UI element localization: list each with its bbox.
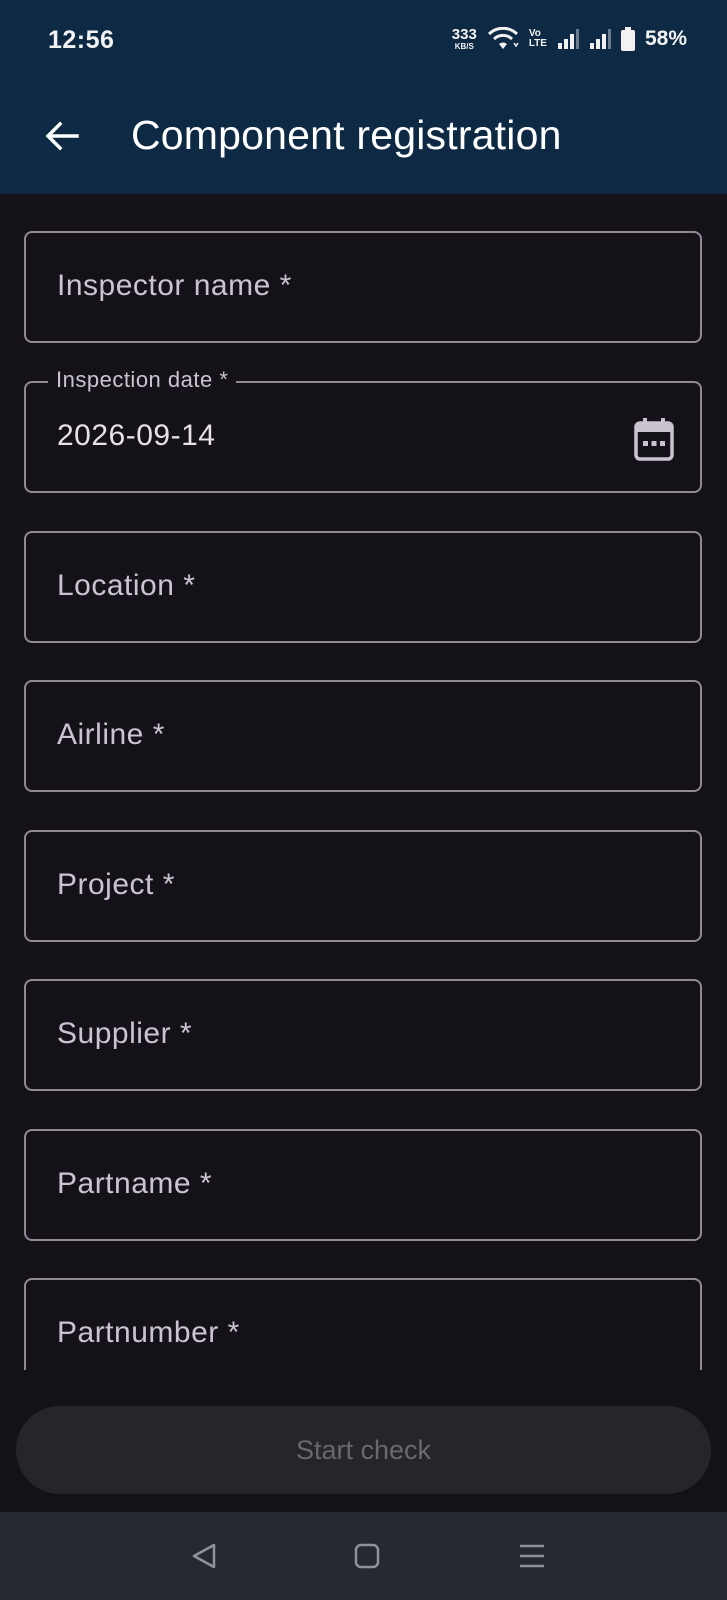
status-icons: 333 KB/S Vo LTE 58% <box>452 22 687 56</box>
app-header: 12:56 333 KB/S Vo LTE 58% Component regi… <box>0 0 727 194</box>
signal-icon-sim2 <box>589 29 611 49</box>
partname-label: Partname * <box>57 1167 213 1200</box>
project-field[interactable]: Project * <box>24 830 702 942</box>
inspector-name-label: Inspector name * <box>57 269 292 302</box>
back-button[interactable] <box>40 114 84 158</box>
partname-field[interactable]: Partname * <box>24 1129 702 1241</box>
airline-label: Airline * <box>57 718 165 751</box>
registration-form: Inspector name * Inspection date * 2026-… <box>0 194 727 1370</box>
inspector-name-field[interactable]: Inspector name * <box>24 231 702 343</box>
start-check-button[interactable]: Start check <box>16 1406 711 1494</box>
partnumber-field[interactable]: Partnumber * <box>24 1278 702 1370</box>
network-speed: 333 KB/S <box>452 27 477 51</box>
menu-recents-icon[interactable] <box>514 1540 550 1572</box>
volte-bottom-label: LTE <box>528 38 547 49</box>
triangle-back-icon[interactable] <box>186 1540 222 1572</box>
system-nav-bar <box>0 1512 727 1600</box>
arrow-back-icon <box>45 121 79 151</box>
calendar-icon[interactable] <box>634 417 674 461</box>
airline-field[interactable]: Airline * <box>24 680 702 792</box>
inspection-date-value: 2026-09-14 <box>57 419 216 452</box>
page-title: Component registration <box>131 112 562 158</box>
project-label: Project * <box>57 868 175 901</box>
supplier-label: Supplier * <box>57 1017 193 1050</box>
supplier-field[interactable]: Supplier * <box>24 979 702 1091</box>
screen: 12:56 333 KB/S Vo LTE 58% Component regi… <box>0 0 727 1600</box>
status-time: 12:56 <box>48 26 115 54</box>
inspection-date-label: Inspection date * <box>48 367 237 393</box>
network-speed-unit: KB/S <box>454 42 474 51</box>
battery-percent: 58% <box>644 27 687 50</box>
signal-icon-sim1 <box>557 29 579 49</box>
battery-icon <box>620 27 635 51</box>
volte-indicator: Vo LTE <box>529 29 547 49</box>
location-field[interactable]: Location * <box>24 531 702 643</box>
inspection-date-field[interactable]: Inspection date * 2026-09-14 <box>24 367 702 493</box>
network-speed-value: 333 <box>451 26 477 43</box>
partnumber-label: Partnumber * <box>57 1316 240 1349</box>
wifi-icon <box>487 27 519 49</box>
square-home-icon[interactable] <box>349 1540 385 1572</box>
location-label: Location * <box>57 569 196 602</box>
